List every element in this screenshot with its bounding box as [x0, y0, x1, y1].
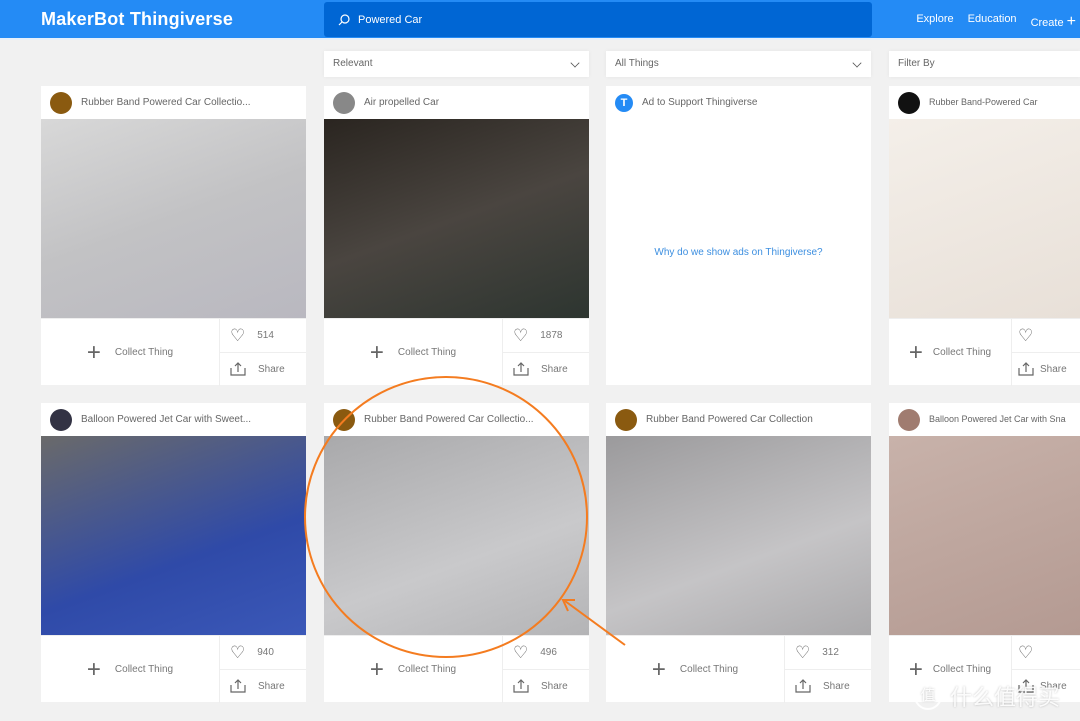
highlight-circle — [304, 376, 588, 658]
watermark-logo-icon: 值 — [914, 682, 942, 710]
watermark-text: 什么值得买 — [950, 685, 1061, 710]
watermark: 值 什么值得买 — [914, 680, 1060, 712]
annotation-overlay — [304, 376, 626, 658]
arrow-head — [561, 599, 575, 612]
annotation-arrow — [564, 600, 626, 646]
